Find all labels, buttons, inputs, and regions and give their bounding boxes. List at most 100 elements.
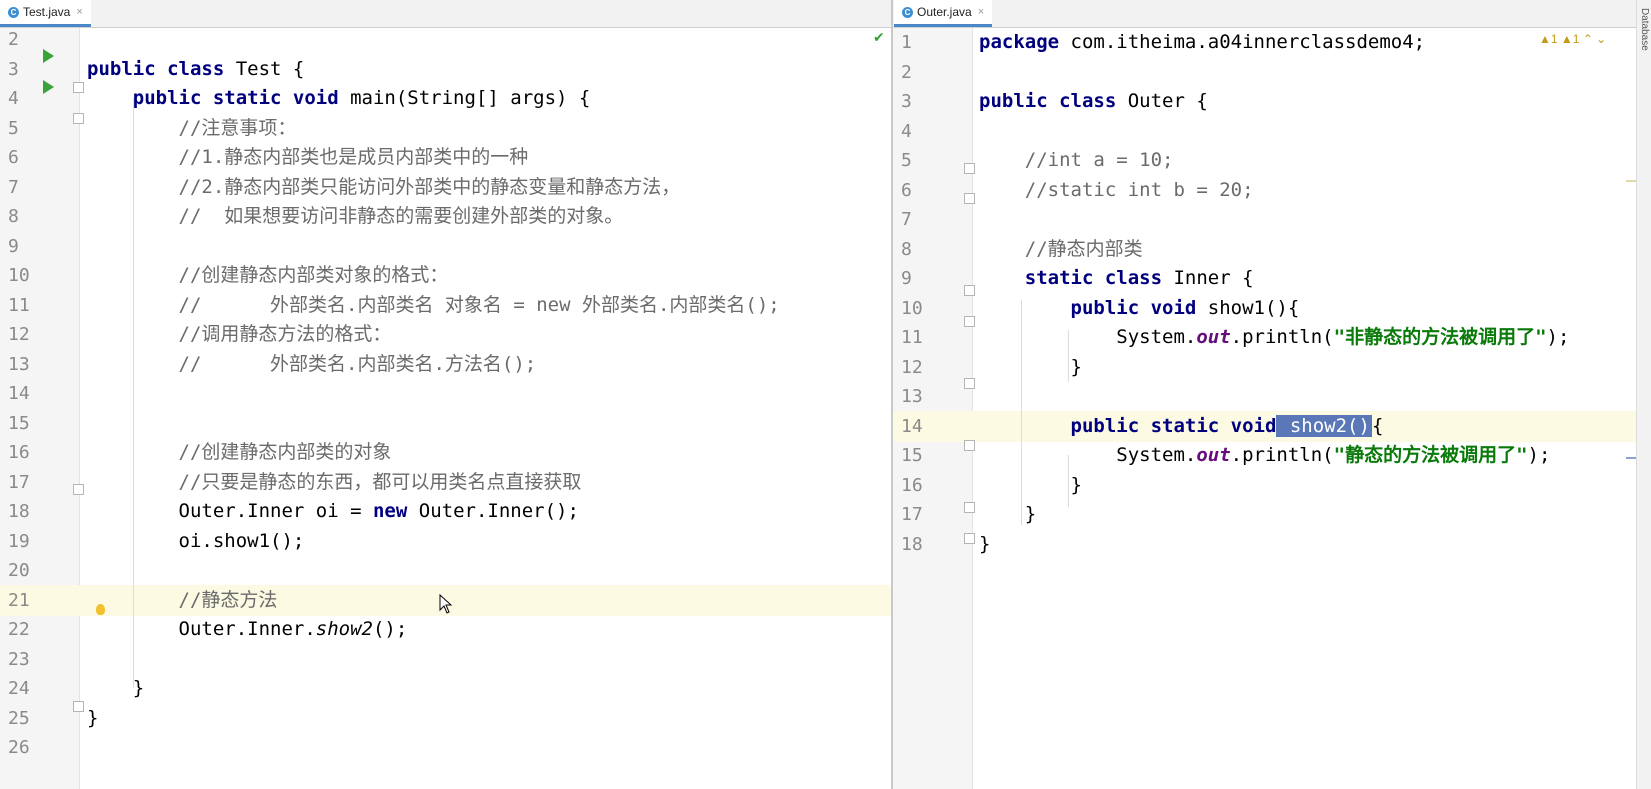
tab-outer-java[interactable]: C Outer.java × [894,0,993,27]
line-number[interactable]: 11 [8,290,38,321]
line-number[interactable]: 1 [901,27,931,58]
code-text[interactable]: } [979,352,1082,383]
code-text[interactable]: System.out.println("静态的方法被调用了"); [979,440,1550,471]
line-number[interactable]: 6 [901,175,931,206]
line-number[interactable]: 4 [8,83,38,114]
code-text[interactable]: public static void main(String[] args) { [87,83,591,114]
line-number[interactable]: 11 [901,322,931,353]
fold-icon[interactable] [73,701,84,712]
code-text[interactable]: package com.itheima.a04innerclassdemo4; [979,27,1425,58]
code-text[interactable]: public class Outer { [979,86,1208,117]
code-line[interactable]: 5 //int a = 10; [893,145,1651,176]
code-text[interactable]: // 如果想要访问非静态的需要创建外部类的对象。 [87,201,624,232]
run-class-icon[interactable] [43,49,54,63]
line-number[interactable]: 14 [901,411,931,442]
fold-icon[interactable] [73,113,84,124]
code-text[interactable]: //static int b = 20; [979,175,1254,206]
tab-test-java[interactable]: C Test.java × [0,0,91,27]
line-number[interactable]: 22 [8,614,38,645]
code-text[interactable]: //2.静态内部类只能访问外部类中的静态变量和静态方法， [87,172,681,203]
code-line[interactable]: 26 [0,732,892,763]
code-line[interactable]: 10 public void show1(){ [893,293,1651,324]
code-text[interactable]: // 外部类名.内部类名.方法名(); [87,349,537,380]
line-number[interactable]: 12 [8,319,38,350]
line-number[interactable]: 13 [901,381,931,412]
code-text[interactable]: //创建静态内部类对象的格式： [87,260,449,291]
line-number[interactable]: 18 [901,529,931,560]
close-icon[interactable]: × [978,6,984,18]
code-line[interactable]: 15 System.out.println("静态的方法被调用了"); [893,440,1651,471]
code-line[interactable]: 1 package com.itheima.a04innerclassdemo4; [893,27,1651,58]
left-editor-pane[interactable]: C Test.java × 2 3 public class Test { 4 pub… [0,0,892,789]
code-text[interactable]: } [979,499,1036,530]
code-line[interactable]: 25} [0,703,892,734]
fold-icon[interactable] [964,193,975,204]
line-number[interactable]: 8 [8,201,38,232]
code-text[interactable]: } [979,470,1082,501]
code-text[interactable]: public void show1(){ [979,293,1300,324]
line-number[interactable]: 9 [8,231,38,262]
line-number[interactable]: 9 [901,263,931,294]
line-number[interactable]: 15 [8,408,38,439]
code-line[interactable]: 2 [0,24,892,55]
fold-icon[interactable] [73,484,84,495]
code-text[interactable]: } [87,703,98,734]
code-text[interactable]: } [979,529,990,560]
line-number[interactable]: 12 [901,352,931,383]
code-text[interactable]: public static void show2(){ [979,411,1383,442]
fold-icon[interactable] [964,502,975,513]
fold-icon[interactable] [964,285,975,296]
code-line[interactable]: 12 } [893,352,1651,383]
fold-icon[interactable] [73,82,84,93]
line-number[interactable]: 20 [8,555,38,586]
code-text[interactable]: //1.静态内部类也是成员内部类中的一种 [87,142,529,173]
fold-icon[interactable] [964,316,975,327]
line-number[interactable]: 5 [901,145,931,176]
line-number[interactable]: 26 [8,732,38,763]
code-text[interactable]: public class Test { [87,54,304,85]
code-line[interactable]: 16 } [893,470,1651,501]
code-text[interactable]: //注意事项： [87,113,297,144]
code-text[interactable]: // 外部类名.内部类名 对象名 = new 外部类名.内部类名(); [87,290,780,321]
code-text[interactable]: } [87,673,144,704]
code-line[interactable]: 11 System.out.println("非静态的方法被调用了"); [893,322,1651,353]
line-number[interactable]: 25 [8,703,38,734]
database-tool-tab[interactable]: Database [1639,8,1650,51]
line-number[interactable]: 10 [8,260,38,291]
code-line[interactable]: 13 [893,381,1651,412]
line-number[interactable]: 17 [901,499,931,530]
code-line[interactable]: 4 [893,116,1651,147]
close-icon[interactable]: × [76,6,82,18]
code-line[interactable]: 14 public static void show2(){ [893,410,1651,442]
code-line[interactable]: 18} [893,529,1651,560]
line-number[interactable]: 15 [901,440,931,471]
fold-icon[interactable] [964,163,975,174]
line-number[interactable]: 18 [8,496,38,527]
code-line[interactable]: 9 static class Inner { [893,263,1651,294]
line-number[interactable]: 8 [901,234,931,265]
line-number[interactable]: 24 [8,673,38,704]
lightbulb-icon[interactable] [96,604,105,615]
line-number[interactable]: 16 [8,437,38,468]
line-number[interactable]: 10 [901,293,931,324]
line-number[interactable]: 17 [8,467,38,498]
line-number[interactable]: 16 [901,470,931,501]
code-text[interactable]: //静态内部类 [979,234,1143,265]
line-number[interactable]: 23 [8,644,38,675]
code-line[interactable]: 3 public class Outer { [893,86,1651,117]
line-number[interactable]: 4 [901,116,931,147]
fold-icon[interactable] [964,533,975,544]
code-text[interactable]: //静态方法 [87,585,278,616]
line-number[interactable]: 3 [8,54,38,85]
code-line[interactable]: 17 } [893,499,1651,530]
line-number[interactable]: 2 [8,24,38,55]
line-number[interactable]: 21 [8,585,38,616]
warnings-indicator[interactable]: ▲1 ▲1 ⌃ ⌄ [1539,32,1606,46]
line-number[interactable]: 5 [8,113,38,144]
code-line[interactable]: 7 [893,204,1651,235]
line-number[interactable]: 14 [8,378,38,409]
code-line[interactable]: 8 //静态内部类 [893,234,1651,265]
code-text[interactable]: Outer.Inner oi = new Outer.Inner(); [87,496,579,527]
line-number[interactable]: 7 [901,204,931,235]
code-text[interactable]: //int a = 10; [979,145,1174,176]
